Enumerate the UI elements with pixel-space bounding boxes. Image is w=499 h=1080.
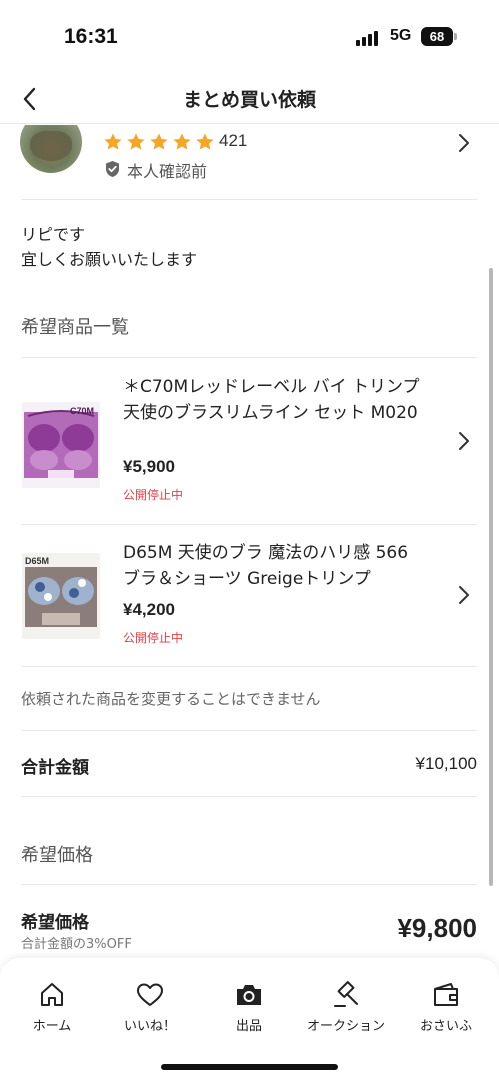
tab-likes[interactable]: いいね！ — [100, 980, 200, 1034]
seller-row[interactable]: 421 本人確認前 — [0, 125, 499, 200]
divider — [21, 884, 477, 885]
tab-sell[interactable]: 出品 — [199, 980, 299, 1034]
desired-price-sub: 合計金額の3%OFF — [21, 937, 132, 952]
tab-label: ホーム — [32, 1019, 72, 1034]
request-message: リピです 宜しくお願いいたします — [21, 222, 197, 272]
divider — [21, 199, 477, 200]
shield-check-icon — [106, 161, 119, 177]
item-status: 公開停止中 — [123, 488, 184, 502]
total-label: 合計金額 — [21, 758, 89, 778]
tab-bar: ホーム いいね！ 出品 オークション おさいふ — [0, 958, 499, 1080]
battery-icon: 68 — [421, 27, 453, 46]
chevron-right-icon — [459, 586, 469, 604]
star-icon — [104, 133, 122, 150]
status-bar: 16:31 5G 68 — [0, 0, 499, 76]
status-time: 16:31 — [64, 25, 118, 48]
item-price: ¥5,900 — [123, 457, 175, 476]
network-type: 5G — [390, 27, 412, 44]
item-title: ＊C70Mレッドレーベル バイ トリンプ 天使のブラスリムライン セット M02… — [123, 377, 420, 423]
battery-tip — [454, 33, 457, 40]
total-value: ¥10,100 — [415, 754, 477, 773]
tab-home[interactable]: ホーム — [2, 980, 102, 1034]
chevron-right-icon — [459, 432, 469, 450]
nav-bar: まとめ買い依頼 — [0, 76, 499, 124]
items-section-title: 希望商品一覧 — [21, 317, 129, 338]
tab-wallet[interactable]: おさいふ — [396, 980, 496, 1034]
tab-auction[interactable]: オークション — [296, 980, 396, 1034]
product-thumbnail[interactable]: D65M — [22, 553, 100, 639]
heart-icon — [137, 983, 163, 1006]
signal-icon — [356, 30, 382, 46]
tab-label: いいね！ — [123, 1019, 176, 1034]
gavel-icon — [334, 981, 358, 1007]
scrollbar[interactable] — [489, 268, 493, 886]
desired-price-value: ¥9,800 — [397, 913, 477, 943]
divider — [21, 666, 477, 667]
rating-count: 421 — [219, 131, 248, 150]
tab-label: オークション — [306, 1019, 385, 1034]
item-status: 公開停止中 — [123, 631, 184, 645]
star-icon — [127, 133, 145, 150]
rating-stars — [103, 132, 215, 152]
item-price: ¥4,200 — [123, 600, 175, 619]
thumb-label: C70M — [70, 406, 94, 416]
star-icon — [173, 133, 191, 150]
star-icon — [196, 133, 214, 150]
chevron-right-icon — [459, 134, 469, 152]
message-line: リピです — [21, 225, 86, 244]
divider — [21, 730, 477, 731]
item-title: D65M 天使のブラ 魔法のハリ感 566 ブラ＆ショーツ Greigeトリンプ — [123, 543, 409, 589]
avatar — [20, 125, 82, 173]
wallet-icon — [434, 983, 458, 1006]
verification-status: 本人確認前 — [127, 162, 208, 181]
star-icon — [150, 133, 168, 150]
home-icon — [41, 983, 63, 1006]
divider — [21, 796, 477, 797]
list-item[interactable]: C70M ＊C70Mレッドレーベル バイ トリンプ 天使のブラスリムライン セッ… — [0, 358, 499, 524]
tab-label: 出品 — [235, 1019, 262, 1034]
product-thumbnail[interactable]: C70M — [22, 402, 100, 488]
change-note: 依頼された商品を変更することはできません — [21, 690, 321, 708]
camera-icon — [237, 985, 261, 1005]
list-item[interactable]: D65M D65M 天使のブラ 魔法のハリ感 566 ブラ＆ショーツ Greig… — [0, 525, 499, 666]
desired-price-label: 希望価格 — [21, 913, 89, 933]
request-content[interactable]: 421 本人確認前 リピです 宜しくお願いいたします 希望商品一覧 C70M ＊… — [0, 125, 499, 960]
thumb-label: D65M — [25, 556, 49, 566]
page-title: まとめ買い依頼 — [182, 89, 316, 111]
desired-section-title: 希望価格 — [21, 845, 93, 866]
message-line: 宜しくお願いいたします — [21, 250, 198, 269]
home-indicator — [161, 1064, 338, 1070]
tab-label: おさいふ — [419, 1019, 472, 1034]
